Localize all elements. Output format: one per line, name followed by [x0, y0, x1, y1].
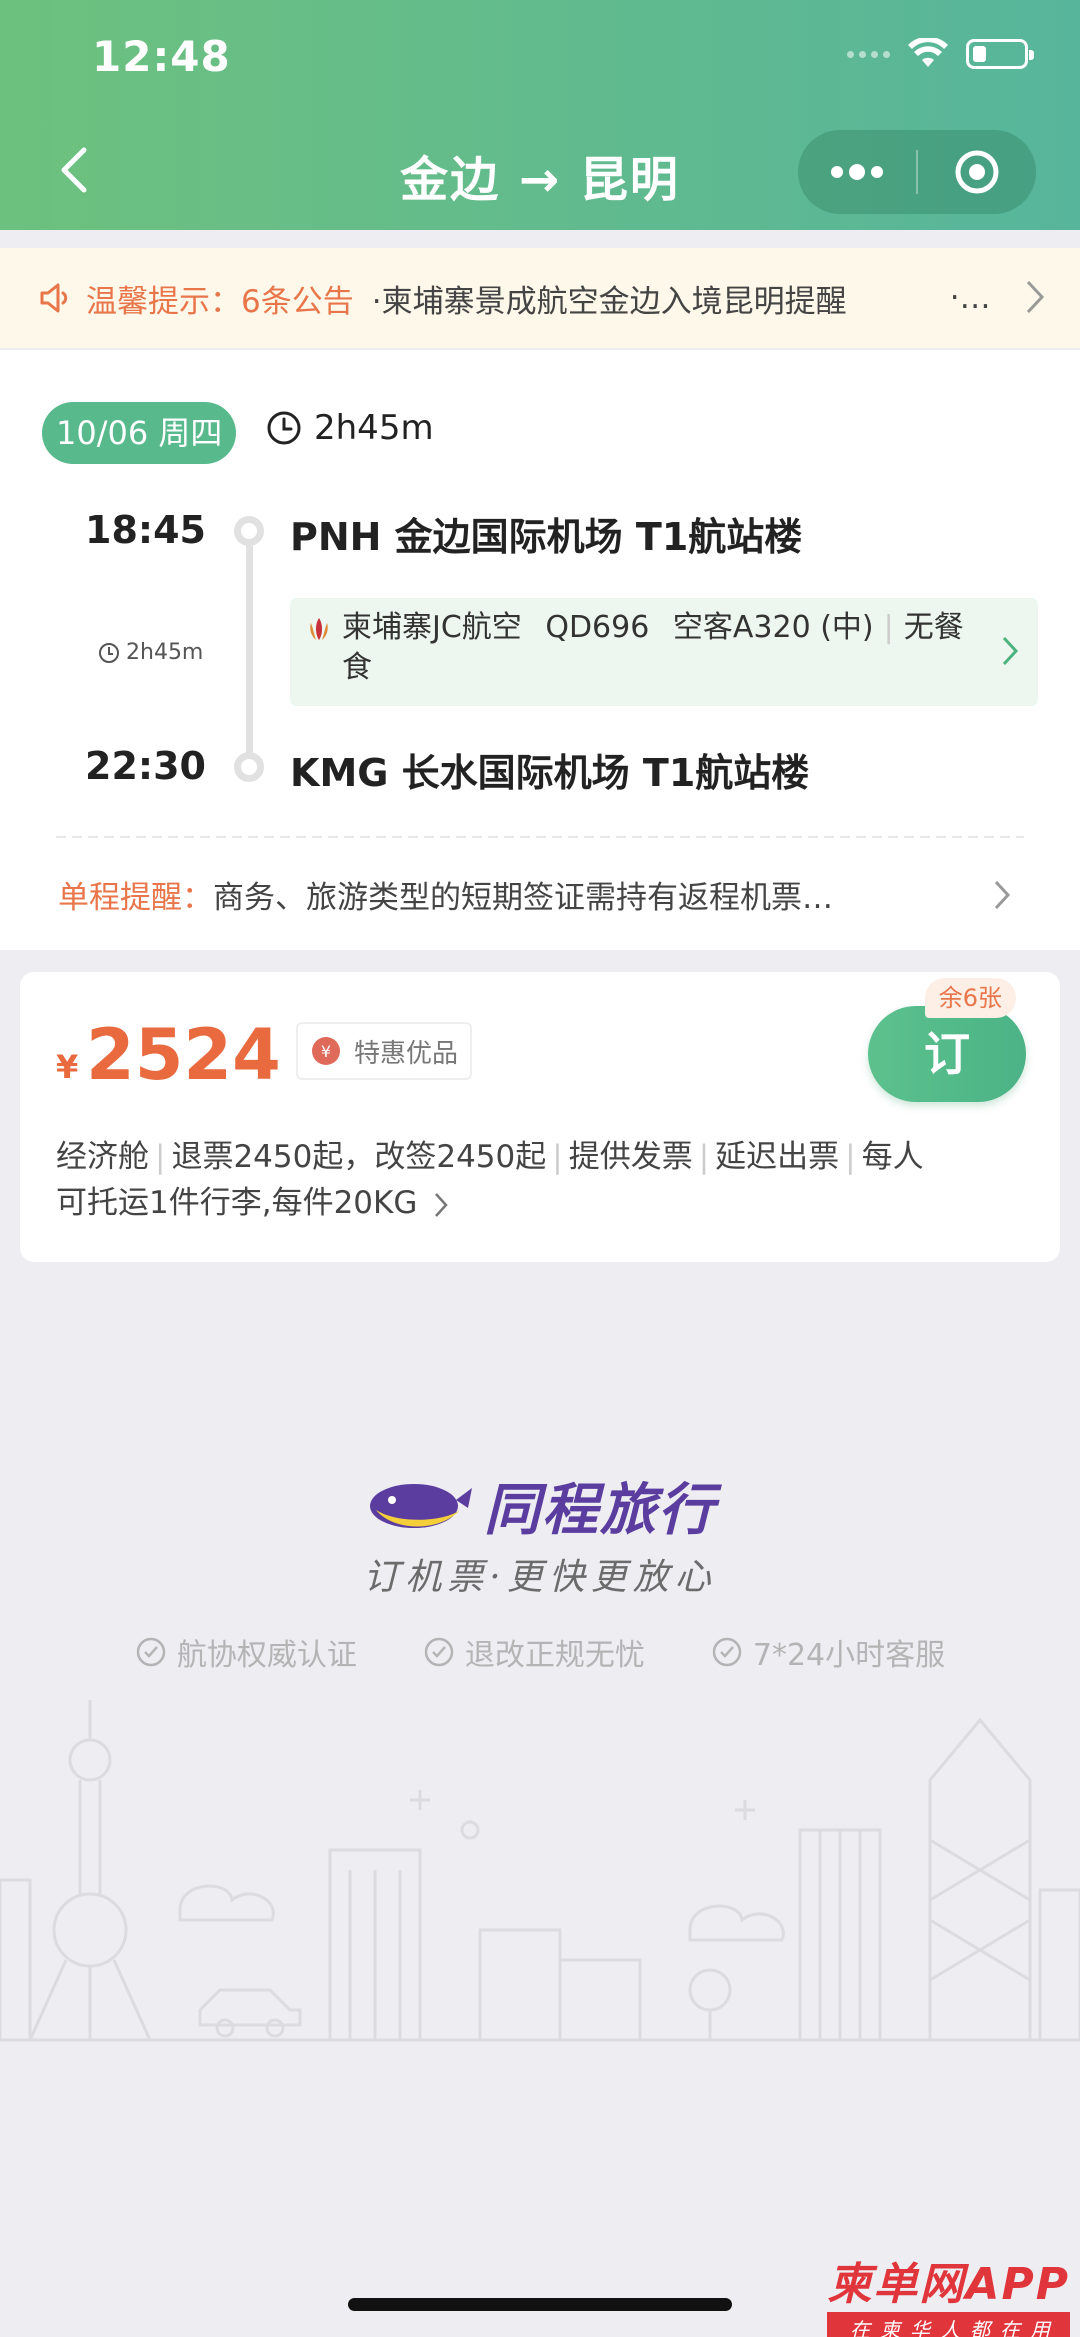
- arrival-dot: [234, 752, 264, 782]
- date-badge: 10/06 周四: [42, 402, 237, 464]
- reminder-text: 商务、旅游类型的短期签证需持有返程机票…: [213, 880, 833, 916]
- status-icons: [847, 38, 1034, 70]
- ticketing-info: 延迟出票: [715, 1139, 840, 1175]
- chevron-right-icon: [994, 880, 1011, 910]
- status-time: 12:48: [92, 32, 231, 81]
- fare-card: ¥ 2524 ¥ 特惠优品 订 余6张 经济舱 | 退票2450起，改签2450起 |…: [20, 972, 1060, 1262]
- clock-icon: [267, 411, 301, 445]
- baggage-info: 每人: [861, 1139, 924, 1175]
- whale-logo-icon: [370, 1484, 472, 1528]
- brand-logo: 同程旅行: [0, 1460, 1080, 1550]
- svg-text:¥: ¥: [321, 1042, 331, 1061]
- guarantee-list: 航协权威认证 退改正规无忧 7*24小时客服: [0, 1630, 1080, 1674]
- departure-airport: PNH 金边国际机场 T1航站楼: [290, 515, 803, 559]
- home-indicator[interactable]: [348, 2298, 732, 2311]
- aircraft-type: 空客A320 (中): [672, 610, 874, 645]
- deal-tag-label: 特惠优品: [354, 1038, 459, 1069]
- invoice-info: 提供发票: [568, 1139, 693, 1175]
- cabin-class: 经济舱: [56, 1139, 149, 1175]
- close-miniprogram-button[interactable]: [918, 130, 1036, 214]
- brand-slogan: 订机票·更快更放心: [363, 1557, 717, 1598]
- more-dots-icon: [831, 164, 883, 180]
- baggage-info-cont: 可托运1件行李,每件20KG: [56, 1185, 418, 1221]
- fare-price: 2524: [86, 1014, 281, 1096]
- watermark: 柬单网APP 在柬华人都在用: [827, 2248, 1070, 2337]
- airline-name: 柬埔寨JC航空: [342, 610, 522, 645]
- watermark-title: 柬单网APP: [827, 2259, 1070, 2310]
- route-line: [246, 544, 253, 754]
- divider: [56, 836, 1024, 838]
- notice-count: 6条公告: [241, 283, 354, 320]
- more-button[interactable]: [798, 130, 916, 214]
- refund-change-rule: 退票2450起，改签2450起: [171, 1139, 547, 1175]
- battery-icon: [966, 39, 1034, 69]
- header: 12:48 金边 → 昆明: [0, 0, 1080, 230]
- badge-icon: ¥: [312, 1037, 340, 1065]
- check-circle-icon: [136, 1637, 166, 1667]
- notice-label: 温馨提示：: [86, 283, 241, 320]
- seats-remaining-badge: 余6张: [924, 978, 1016, 1018]
- notice-bar[interactable]: 温馨提示： 6条公告 ·柬埔寨景成航空金边入境昆明提醒 ·…: [0, 248, 1080, 348]
- city-skyline-illustration: [0, 1700, 1080, 2042]
- mini-program-capsule: [798, 130, 1036, 214]
- reminder-label: 单程提醒：: [58, 880, 213, 916]
- segment-duration: 2h45m: [98, 640, 203, 665]
- notice-more: ·…: [949, 280, 991, 316]
- currency-symbol: ¥: [56, 1048, 79, 1086]
- speaker-icon: [40, 283, 68, 313]
- book-button[interactable]: 订: [868, 1006, 1026, 1102]
- arrival-time: 22:30: [85, 744, 206, 788]
- departure-dot: [234, 516, 264, 546]
- target-icon: [955, 150, 999, 194]
- wifi-icon: [908, 38, 948, 67]
- meal-info: 无餐: [903, 610, 964, 645]
- chevron-right-icon: [1002, 636, 1019, 666]
- signal-icon: [847, 50, 890, 58]
- flight-number: QD696: [545, 610, 650, 645]
- brand-name: 同程旅行: [484, 1477, 716, 1543]
- airline-logo-icon: [310, 618, 328, 640]
- guarantee-item: 退改正规无忧: [423, 1630, 645, 1674]
- meal-info-cont: 食: [342, 650, 372, 685]
- airline-info[interactable]: 柬埔寨JC航空 QD696 空客A320 (中) | 无餐 食: [290, 598, 1038, 706]
- clock-icon: [99, 642, 119, 663]
- flight-card: 10/06 周四 2h45m 18:45 PNH 金边国际机场 T1航站楼 2h…: [0, 350, 1080, 950]
- departure-time: 18:45: [85, 508, 206, 552]
- guarantee-item: 7*24小时客服: [711, 1630, 945, 1674]
- chevron-right-icon: [1026, 280, 1045, 314]
- check-circle-icon: [712, 1637, 742, 1667]
- trip-reminder[interactable]: 单程提醒：商务、旅游类型的短期签证需持有返程机票…: [58, 872, 833, 917]
- check-circle-icon: [424, 1637, 454, 1667]
- fare-policy[interactable]: 经济舱 | 退票2450起，改签2450起 | 提供发票 | 延迟出票 | 每人 可托运1件行李…: [56, 1134, 1036, 1226]
- duration-text: 2h45m: [314, 408, 434, 448]
- total-duration: 2h45m: [266, 408, 434, 448]
- watermark-subtitle: 在柬华人都在用: [827, 2312, 1070, 2337]
- deal-tag: ¥ 特惠优品: [296, 1022, 473, 1080]
- guarantee-item: 航协权威认证: [135, 1630, 357, 1674]
- notice-text: ·柬埔寨景成航空金边入境昆明提醒: [371, 283, 847, 320]
- arrival-airport: KMG 长水国际机场 T1航站楼: [290, 751, 810, 795]
- chevron-right-icon: [435, 1192, 448, 1217]
